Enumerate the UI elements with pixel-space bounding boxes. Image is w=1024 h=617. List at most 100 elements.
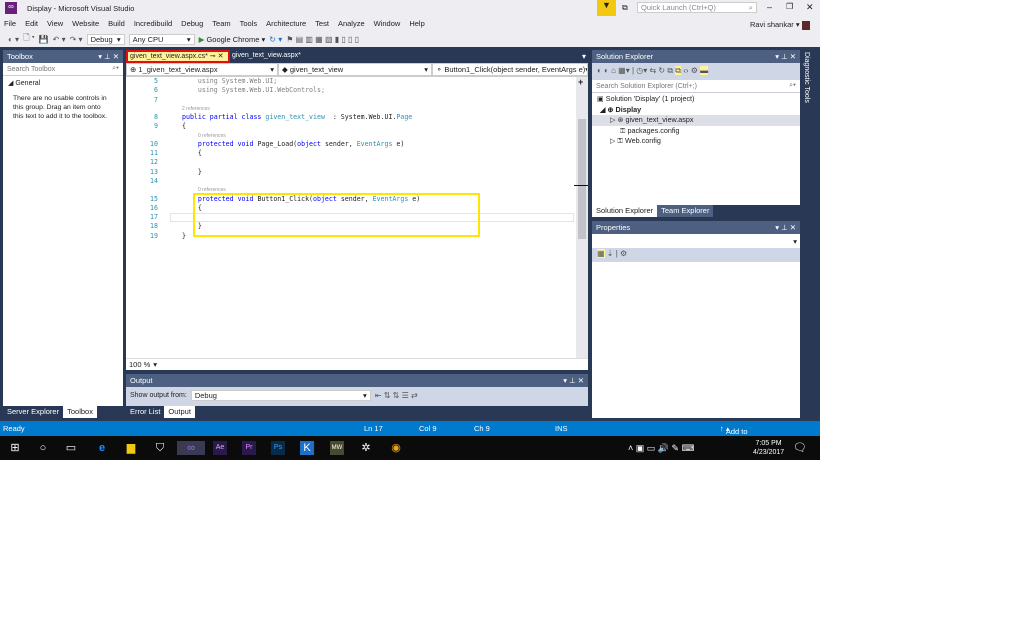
menu-help[interactable]: Help [409, 19, 424, 28]
output-source-select[interactable]: Debug ▾ [190, 389, 371, 401]
tab-error-list[interactable]: Error List [126, 406, 164, 418]
tab-given-text-view-cs[interactable]: given_text_view.aspx.cs* ⊸ ✕ [126, 50, 230, 63]
chrome-icon[interactable]: ◉ [389, 441, 403, 455]
menu-edit[interactable]: Edit [25, 19, 38, 28]
save-icon[interactable]: 💾 [39, 35, 49, 44]
panel-controls-icon[interactable]: ▾ ⊥ ✕ [775, 223, 796, 232]
tree-file-aspx[interactable]: ▷ ⊛ given_text_view.aspx [592, 115, 800, 126]
output-header: Output ▾ ⊥ ✕ [126, 374, 588, 387]
collapse-icon: ◢ [8, 80, 14, 87]
panel-controls-icon[interactable]: ▾ ⊥ ✕ [775, 52, 796, 61]
minimize-button[interactable]: – [767, 2, 772, 12]
line-number: 18 [150, 222, 158, 231]
solution-explorer-panel: Solution Explorer ▾ ⊥ ✕ ◐ ◐ ⌂ ▦▾ | ◷▾ ⇆ ↻… [592, 50, 800, 205]
visual-studio-taskbar-icon[interactable]: ∞ [177, 441, 205, 455]
premiere-icon[interactable]: Pr [242, 441, 256, 455]
property-pages-icon[interactable]: ⚙ [620, 249, 627, 258]
menu-website[interactable]: Website [72, 19, 99, 28]
quick-launch-input[interactable]: Quick Launch (Ctrl+Q) ⌕ [637, 2, 757, 13]
tree-project-display[interactable]: ◢ ⊕ Display [592, 105, 800, 116]
status-bar: Ready Ln 17 Col 9 Ch 9 INS ↑ Add to Sour… [0, 421, 820, 454]
start-debug-button[interactable]: ▶ Google Chrome ▾ [199, 35, 266, 44]
menu-incredibuild[interactable]: Incredibuild [134, 19, 172, 28]
menu-analyze[interactable]: Analyze [338, 19, 365, 28]
store-icon[interactable]: ⛉ [153, 441, 167, 455]
toolbox-search-input[interactable]: Search Toolbox ⌕▾ [3, 63, 123, 76]
tree-file-webconfig[interactable]: ▷ ⚿ Web.config [592, 136, 800, 147]
tree-file-packages[interactable]: ⚿ packages.config [592, 126, 800, 137]
menu-tools[interactable]: Tools [240, 19, 258, 28]
scroll-thumb[interactable] [578, 119, 586, 239]
menu-team[interactable]: Team [212, 19, 230, 28]
solution-search-input[interactable]: Search Solution Explorer (Ctrl+;) ⌕▾ [592, 80, 800, 93]
split-icon[interactable]: + [578, 77, 583, 87]
code-token: EventArgs [356, 139, 393, 148]
search-icon: ⌕ [748, 2, 753, 12]
restore-button[interactable]: ❐ [786, 2, 793, 11]
tab-toolbox[interactable]: Toolbox [63, 406, 97, 418]
platform-select[interactable]: Any CPU ▾ [128, 33, 195, 45]
diagnostic-tools-tab[interactable]: Diagnostic Tools [803, 50, 817, 110]
menu-window[interactable]: Window [374, 19, 401, 28]
menu-file[interactable]: File [4, 19, 16, 28]
task-view-icon[interactable]: ▭ [64, 441, 78, 455]
categorized-icon[interactable]: ▦ [597, 249, 605, 258]
properties-object-select[interactable]: ▾ [592, 234, 800, 248]
codelens-references[interactable]: 2 references [126, 105, 576, 113]
action-center-icon[interactable]: 🗨 [793, 441, 807, 455]
class-dropdown[interactable]: ◆ given_text_view ▾ [278, 63, 432, 76]
vs-window: ∞ Display - Microsoft Visual Studio ▼ ⧉ … [0, 0, 820, 460]
search-circle-icon[interactable]: ○ [36, 441, 50, 455]
tree-solution[interactable]: ▣ Solution 'Display' (1 project) [592, 94, 800, 105]
close-button[interactable]: ✕ [806, 2, 814, 13]
menu-view[interactable]: View [47, 19, 63, 28]
add-source-control-button[interactable]: ↑ Add to Source Control ▴ [720, 424, 750, 454]
windows-start-icon[interactable]: ⊞ [8, 441, 22, 455]
close-tab-icon[interactable]: ✕ [218, 53, 224, 60]
file-explorer-icon[interactable]: ▆ [124, 441, 138, 455]
tab-given-text-view-aspx[interactable]: given_text_view.aspx* [232, 52, 301, 59]
zoom-select[interactable]: 100 % ▾ [126, 359, 160, 369]
menu-debug[interactable]: Debug [181, 19, 203, 28]
tab-overflow-icon[interactable]: ▾ [582, 52, 586, 61]
code-line: 12 [126, 158, 576, 167]
tab-team-explorer[interactable]: Team Explorer [657, 205, 714, 217]
alphabetical-icon[interactable]: ⇣ [607, 249, 614, 258]
new-project-icon[interactable]: 🗋 ▾ [23, 32, 35, 46]
refresh-icon[interactable]: ↻ ▾ [269, 35, 282, 44]
tray-icons[interactable]: ˄ ▣ ▭ 🔊 ✎ ⌨ [628, 441, 738, 455]
status-ch: Ch 9 [474, 424, 490, 433]
back-icon[interactable]: ◐ ▾ [8, 35, 19, 44]
panel-controls-icon[interactable]: ▾ ⊥ ✕ [98, 52, 119, 61]
menu-build[interactable]: Build [108, 19, 125, 28]
settings-app-icon[interactable]: ✲ [359, 441, 373, 455]
code-line: 7 [126, 96, 576, 105]
toolbox-group-general[interactable]: ◢ General [3, 76, 123, 90]
output-toolbar-icons[interactable]: ⇤ ⇅ ⇅ ☰ ⇄ [375, 391, 418, 400]
vertical-scrollbar[interactable]: + [574, 77, 588, 358]
user-account[interactable]: Ravi shankar ▾ [750, 20, 810, 30]
menu-architecture[interactable]: Architecture [266, 19, 306, 28]
toolbar-icons[interactable]: ⚑ ▤ ▥ ▦ ▧ ▮ ▯ ▯ ▯ [286, 35, 359, 44]
member-dropdown[interactable]: ⚬ Button1_Click(object sender, EventArgs… [432, 63, 588, 76]
tab-solution-explorer[interactable]: Solution Explorer [592, 205, 658, 217]
mw-app-icon[interactable]: MW [330, 441, 344, 455]
menu-test[interactable]: Test [315, 19, 329, 28]
panel-controls-icon[interactable]: ▾ ⊥ ✕ [563, 376, 584, 385]
app-icon[interactable]: K [300, 441, 314, 455]
project-dropdown[interactable]: ⊕ 1_given_text_view.aspx ▾ [126, 63, 278, 76]
tab-server-explorer[interactable]: Server Explorer [3, 406, 63, 418]
tab-output[interactable]: Output [164, 406, 195, 418]
vs-logo-icon: ∞ [5, 2, 17, 14]
undo-icon[interactable]: ↶ ▾ [53, 35, 66, 44]
after-effects-icon[interactable]: Ae [213, 441, 227, 455]
clock[interactable]: 7:05 PM 4/23/2017 [753, 439, 784, 457]
pin-icon[interactable]: ⊸ [210, 53, 216, 60]
redo-icon[interactable]: ↷ ▾ [70, 35, 83, 44]
feedback-icon[interactable]: ⧉ [622, 3, 628, 13]
edge-icon[interactable]: e [95, 441, 109, 455]
config-select[interactable]: Debug ▾ [86, 33, 125, 45]
notification-flag-icon[interactable]: ▼ [597, 0, 616, 16]
photoshop-icon[interactable]: Ps [271, 441, 285, 455]
codelens-references[interactable]: 0 references [126, 132, 576, 140]
